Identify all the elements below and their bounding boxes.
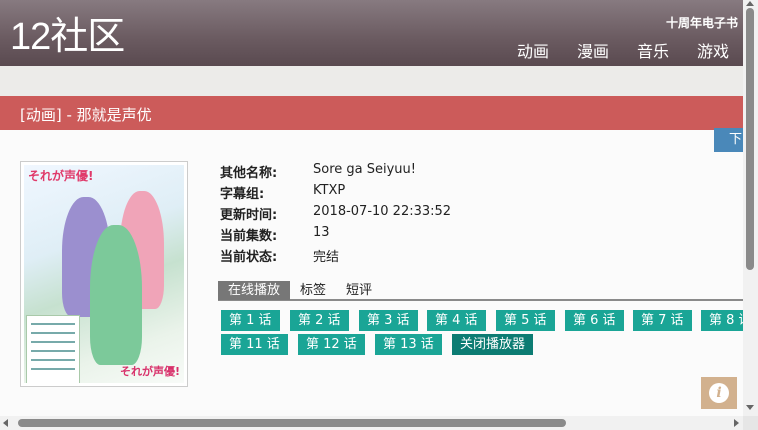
scrollbar-corner (743, 416, 758, 430)
vertical-scrollbar[interactable] (743, 0, 758, 416)
nav-manga[interactable]: 漫画 (577, 38, 609, 62)
site-logo[interactable]: 12社区 (10, 14, 125, 60)
episode-button[interactable]: 第 6 话 (565, 310, 624, 331)
info-value: KTXP (313, 183, 346, 198)
info-value: 2018-07-10 22:33:52 (313, 204, 452, 219)
horizontal-scrollbar[interactable] (0, 416, 743, 430)
info-value: 完结 (313, 250, 340, 265)
main-nav: 动画 漫画 音乐 游戏 (517, 38, 729, 62)
nav-anime[interactable]: 动画 (517, 38, 549, 62)
info-label: 当前状态: (220, 250, 278, 265)
page: 12社区 十周年电子书 动画 漫画 音乐 游戏 [动画] - 那就是声优 下 そ… (0, 0, 758, 430)
scroll-left-arrow-icon[interactable] (3, 419, 8, 427)
page-title-bar: [动画] - 那就是声优 (0, 96, 743, 130)
episode-button[interactable]: 第 12 话 (298, 334, 365, 355)
episode-button[interactable]: 第 11 话 (221, 334, 288, 355)
info-row-subgroup: 字幕组: KTXP (220, 183, 451, 204)
info-row-status: 当前状态: 完结 (220, 246, 451, 267)
scroll-right-arrow-icon[interactable] (734, 419, 739, 427)
info-row-alt-name: 其他名称: Sore ga Seiyuu! (220, 162, 451, 183)
info-label: 其他名称: (220, 166, 278, 181)
episode-button[interactable]: 第 5 话 (496, 310, 555, 331)
info-row-updated: 更新时间: 2018-07-10 22:33:52 (220, 204, 451, 225)
page-title: [动画] - 那就是声优 (20, 106, 152, 124)
vertical-scroll-thumb[interactable] (746, 8, 754, 270)
info-label: 字幕组: (220, 187, 265, 202)
poster-logo: それが声優! (28, 169, 94, 183)
episode-button[interactable]: 第 3 话 (359, 310, 418, 331)
poster-figure-green (90, 225, 142, 365)
poster-title: それが声優! (119, 365, 180, 378)
episode-button[interactable]: 第 4 话 (427, 310, 486, 331)
info-icon: i (709, 383, 729, 403)
site-header: 12社区 十周年电子书 动画 漫画 音乐 游戏 (0, 0, 743, 66)
sub-header-bar (0, 66, 743, 96)
episode-button[interactable]: 第 13 话 (375, 334, 442, 355)
nav-games[interactable]: 游戏 (697, 38, 729, 62)
episode-button[interactable]: 第 1 话 (221, 310, 280, 331)
tab-online-play[interactable]: 在线播放 (218, 281, 291, 300)
nav-music[interactable]: 音乐 (637, 38, 669, 62)
info-button[interactable]: i (701, 377, 737, 409)
poster-image: それが声優! それが声優! (24, 165, 184, 383)
tab-tags[interactable]: 标签 (290, 281, 336, 300)
anime-poster[interactable]: それが声優! それが声優! (20, 161, 188, 387)
anniversary-ebook-link[interactable]: 十周年电子书 (666, 14, 738, 31)
horizontal-scroll-thumb[interactable] (18, 419, 566, 427)
info-row-episodes: 当前集数: 13 (220, 225, 451, 246)
close-player-button[interactable]: 关闭播放器 (452, 334, 534, 355)
scroll-down-arrow-icon[interactable] (746, 405, 754, 410)
episode-button[interactable]: 第 2 话 (290, 310, 349, 331)
episode-button[interactable]: 第 7 话 (633, 310, 692, 331)
anime-info: 其他名称: Sore ga Seiyuu! 字幕组: KTXP 更新时间: 20… (220, 162, 451, 267)
info-value: 13 (313, 225, 330, 240)
tab-reviews[interactable]: 短评 (336, 281, 382, 300)
detail-tabs: 在线播放 标签 短评 (218, 281, 743, 301)
info-label: 更新时间: (220, 208, 278, 223)
poster-info-panel (26, 315, 80, 383)
info-label: 当前集数: (220, 229, 278, 244)
info-value: Sore ga Seiyuu! (313, 162, 416, 177)
scroll-up-arrow-icon[interactable] (746, 1, 754, 6)
